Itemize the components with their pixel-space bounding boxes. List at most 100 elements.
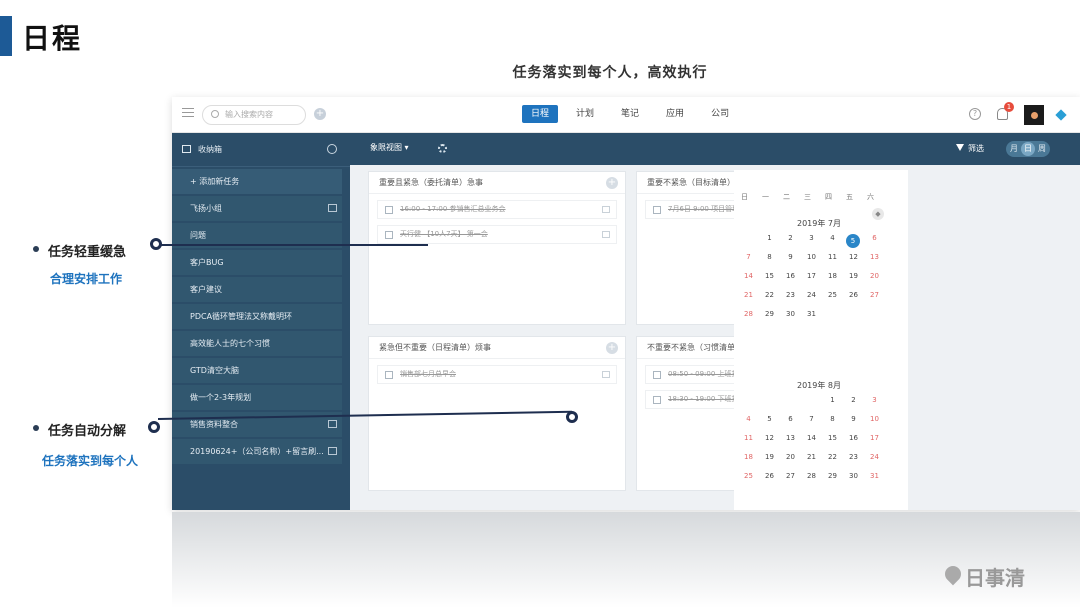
calendar-day[interactable]: 26	[843, 291, 864, 299]
menu-icon[interactable]	[182, 108, 194, 118]
calendar-day[interactable]: 15	[822, 434, 843, 442]
sidebar-item-bugs[interactable]: 客户BUG	[172, 250, 342, 275]
calendar-day[interactable]: 27	[780, 472, 801, 480]
calendar-day[interactable]: 25	[738, 472, 759, 480]
calendar-day[interactable]: 9	[780, 253, 801, 261]
calendar-day[interactable]: 18	[738, 453, 759, 461]
view-select[interactable]: 象限视图 ▾	[370, 142, 409, 153]
calendar-day[interactable]: 8	[759, 253, 780, 261]
calendar-day[interactable]: 2	[780, 234, 801, 242]
calendar-day[interactable]: 31	[864, 472, 885, 480]
sidebar-item-gtd[interactable]: GTD清空大脑	[172, 358, 342, 383]
calendar-day[interactable]: 4	[738, 415, 759, 423]
add-icon[interactable]: +	[314, 108, 326, 120]
inbox-header[interactable]: 收纳箱	[172, 133, 350, 167]
calendar-day[interactable]: 7	[801, 415, 822, 423]
sidebar-item-suggestions[interactable]: 客户建议	[172, 277, 342, 302]
calendar-day[interactable]: 14	[801, 434, 822, 442]
calendar-day[interactable]: 2	[843, 396, 864, 404]
calendar-day[interactable]: 28	[738, 310, 759, 318]
help-icon[interactable]: ?	[969, 108, 981, 120]
checkbox[interactable]	[385, 206, 393, 214]
calendar-day[interactable]: 19	[759, 453, 780, 461]
view-day-button[interactable]: 日	[1021, 142, 1035, 156]
checkbox[interactable]	[653, 371, 661, 379]
calendar-day[interactable]: 17	[864, 434, 885, 442]
collapse-icon[interactable]	[327, 144, 337, 154]
calendar-day[interactable]: 10	[864, 415, 885, 423]
calendar-day[interactable]: 16	[843, 434, 864, 442]
calendar-day[interactable]: 20	[780, 453, 801, 461]
checkbox[interactable]	[653, 206, 661, 214]
calendar-day[interactable]: 23	[843, 453, 864, 461]
calendar-day[interactable]: 30	[843, 472, 864, 480]
calendar-day[interactable]: 8	[822, 415, 843, 423]
sidebar-item-feiyang[interactable]: 飞扬小组	[172, 196, 342, 221]
checkbox[interactable]	[385, 371, 393, 379]
sidebar-item-message[interactable]: 20190624+（公司名称）+留言刷...	[172, 439, 342, 464]
search-input[interactable]: 输入搜索内容	[202, 105, 306, 125]
calendar-day[interactable]: 15	[759, 272, 780, 280]
calendar-day[interactable]: 21	[738, 291, 759, 299]
add-task-button[interactable]: + 添加新任务	[172, 169, 342, 194]
share-icon[interactable]	[328, 420, 337, 428]
sidebar-item-seven-habits[interactable]: 高效能人士的七个习惯	[172, 331, 342, 356]
calendar-day[interactable]: 9	[843, 415, 864, 423]
calendar-day[interactable]: 12	[759, 434, 780, 442]
tab-company[interactable]: 公司	[702, 105, 738, 123]
calendar-day[interactable]: 14	[738, 272, 759, 280]
diamond-icon[interactable]	[1055, 109, 1067, 121]
checkbox[interactable]	[653, 396, 661, 404]
calendar-day[interactable]: 12	[843, 253, 864, 261]
calendar-day[interactable]: 24	[801, 291, 822, 299]
calendar-day[interactable]: 19	[843, 272, 864, 280]
share-icon[interactable]	[602, 206, 610, 213]
view-month-button[interactable]: 月	[1007, 142, 1021, 156]
tab-plan[interactable]: 计划	[567, 105, 603, 123]
calendar-day[interactable]: 10	[801, 253, 822, 261]
calendar-day[interactable]: 30	[780, 310, 801, 318]
calendar-day[interactable]: 16	[780, 272, 801, 280]
calendar-day[interactable]: 7	[738, 253, 759, 261]
calendar-day[interactable]: 3	[801, 234, 822, 242]
calendar-day[interactable]: 26	[759, 472, 780, 480]
filter-icon[interactable]	[956, 144, 964, 151]
view-week-button[interactable]: 周	[1035, 142, 1049, 156]
sidebar-item-pdca[interactable]: PDCA循环管理法又称戴明环	[172, 304, 342, 329]
calendar-day[interactable]: 17	[801, 272, 822, 280]
calendar-day[interactable]: 21	[801, 453, 822, 461]
calendar-day[interactable]: 22	[822, 453, 843, 461]
note-icon[interactable]	[602, 231, 610, 238]
calendar-day[interactable]: 31	[801, 310, 822, 318]
calendar-day[interactable]: 22	[759, 291, 780, 299]
calendar-day[interactable]: 25	[822, 291, 843, 299]
calendar-day[interactable]: 3	[864, 396, 885, 404]
add-icon[interactable]: +	[606, 342, 618, 354]
calendar-day[interactable]: 5	[846, 234, 860, 248]
calendar-day[interactable]: 4	[822, 234, 843, 242]
calendar-day[interactable]: 5	[759, 415, 780, 423]
calendar-day[interactable]: 1	[759, 234, 780, 242]
note-icon[interactable]	[328, 447, 337, 455]
calendar-day[interactable]: 29	[759, 310, 780, 318]
calendar-day[interactable]: 18	[822, 272, 843, 280]
share-icon[interactable]	[328, 204, 337, 212]
task-item[interactable]: 16:00 - 17:00 参销售汇总业务会	[377, 200, 617, 219]
calendar-day[interactable]: 28	[801, 472, 822, 480]
sidebar-item-plan[interactable]: 做一个2-3年规划	[172, 385, 342, 410]
calendar-day[interactable]: 1	[822, 396, 843, 404]
task-item[interactable]: 销售部七月总早会	[377, 365, 617, 384]
calendar-day[interactable]: 20	[864, 272, 885, 280]
calendar-day[interactable]: 11	[822, 253, 843, 261]
calendar-day[interactable]: 24	[864, 453, 885, 461]
checkbox[interactable]	[385, 231, 393, 239]
filter-button[interactable]: 筛选	[968, 143, 984, 154]
calendar-day[interactable]: 6	[780, 415, 801, 423]
add-icon[interactable]: +	[606, 177, 618, 189]
tab-schedule[interactable]: 日程	[522, 105, 559, 123]
calendar-day[interactable]: 6	[864, 234, 885, 242]
calendar-day[interactable]: 23	[780, 291, 801, 299]
share-icon[interactable]	[602, 371, 610, 378]
tab-apps[interactable]: 应用	[657, 105, 693, 123]
calendar-day[interactable]: 13	[864, 253, 885, 261]
